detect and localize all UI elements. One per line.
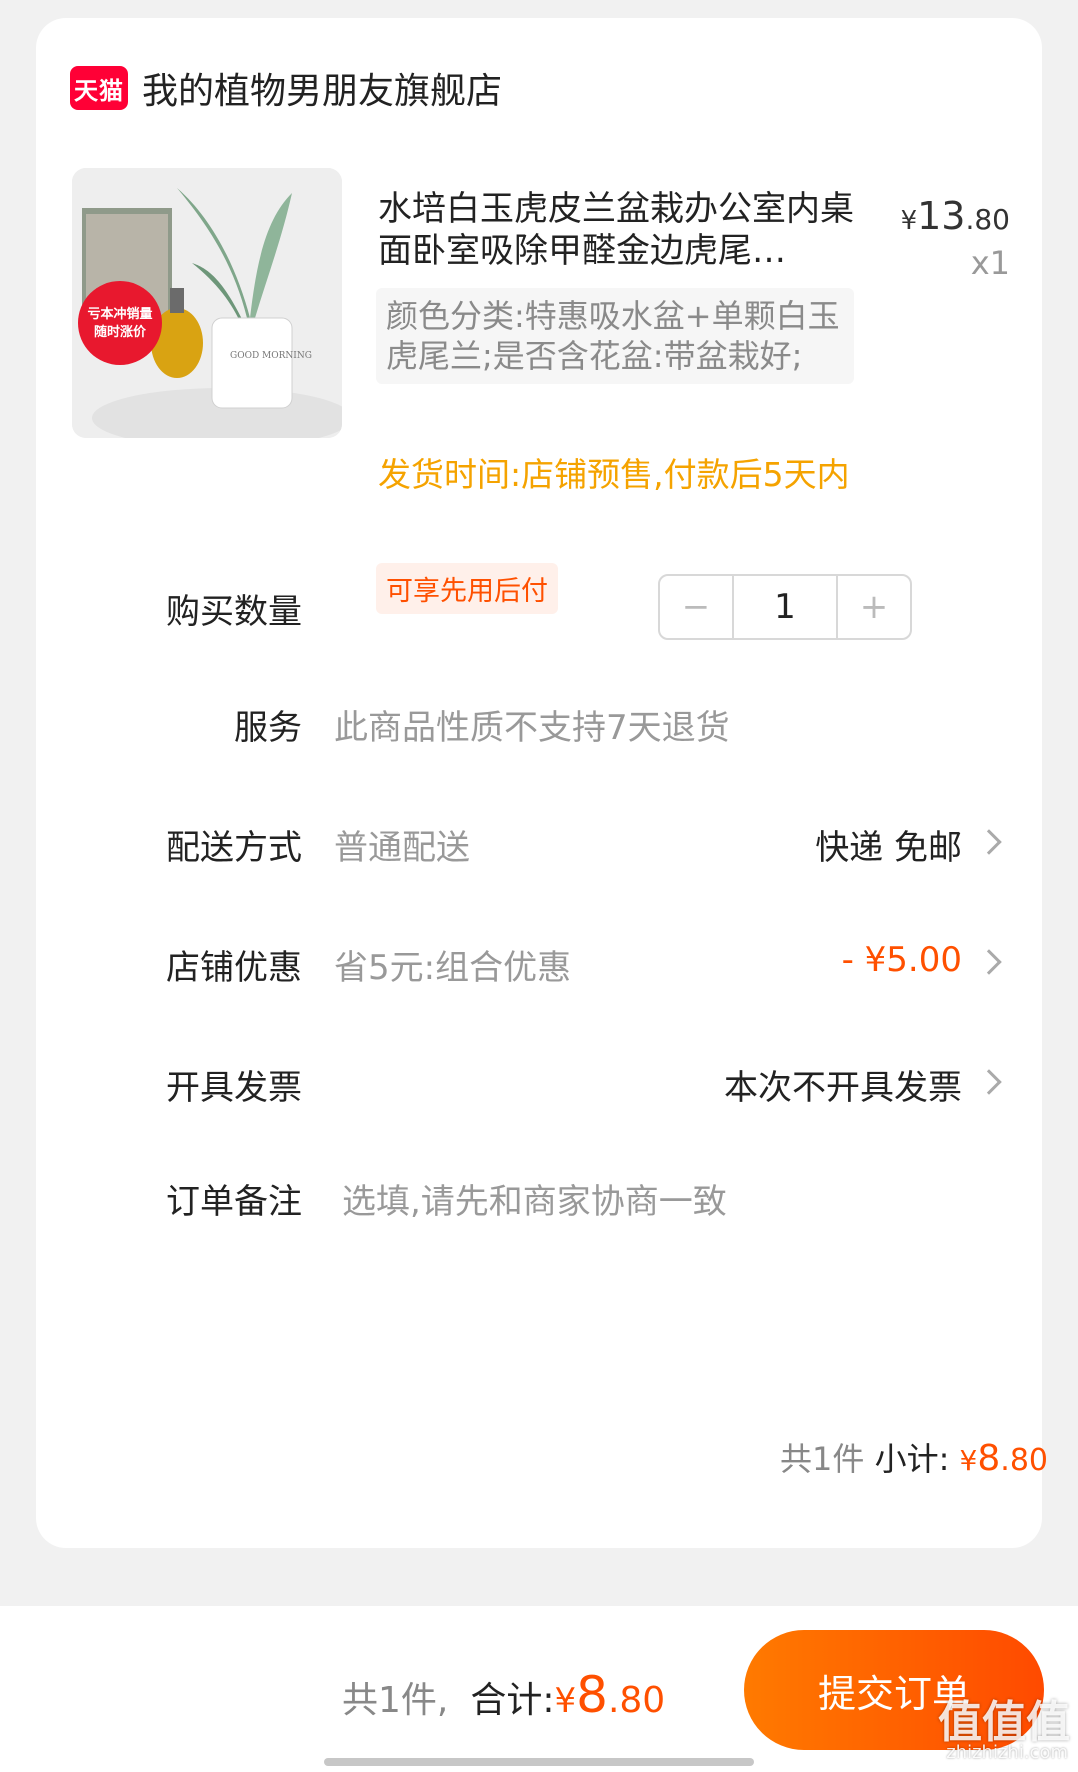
- shop-name[interactable]: 我的植物男朋友旗舰店: [142, 62, 502, 114]
- delivery-label: 配送方式: [166, 828, 302, 868]
- service-label: 服务: [234, 708, 302, 748]
- total-label: 合计:: [470, 1680, 555, 1721]
- sku-info[interactable]: 颜色分类:特惠吸水盆+单颗白玉虎尾兰;是否含花盆:带盆栽好;: [376, 288, 854, 384]
- subtotal-label: 小计:: [874, 1440, 950, 1478]
- watermark: 值值值: [938, 1697, 1070, 1748]
- subtotal-dec: .80: [1000, 1443, 1048, 1478]
- order-total: 共1件, 合计:¥8.80: [342, 1666, 665, 1724]
- product-photo: GOOD MORNING 亏本冲销量 随时涨价: [72, 168, 342, 438]
- subtotal: 共1件 小计: ¥8.80: [780, 1434, 1048, 1480]
- delivery-option[interactable]: 快递 免邮: [815, 820, 962, 869]
- invoice-label: 开具发票: [166, 1068, 302, 1108]
- pot-text: GOOD MORNING: [230, 351, 312, 361]
- sticker-text-1: 亏本冲销量: [87, 306, 152, 322]
- price-symbol: ¥: [900, 206, 918, 236]
- increment-button[interactable]: +: [838, 576, 910, 638]
- subtotal-int: 8: [977, 1438, 1001, 1479]
- discount-value: 省5元:组合优惠: [334, 948, 572, 988]
- product-title[interactable]: 水培白玉虎皮兰盆栽办公室内桌面卧室吸除甲醛金边虎尾…: [378, 188, 862, 272]
- chevron-right-icon[interactable]: [976, 1069, 1002, 1095]
- chevron-right-icon[interactable]: [976, 949, 1002, 975]
- delivery-value: 普通配送: [334, 828, 470, 868]
- total-count: 共1件,: [342, 1680, 449, 1721]
- pay-later-badge: 可享先用后付: [376, 563, 558, 614]
- sticker-text-2: 随时涨价: [94, 324, 147, 340]
- discount-label: 店铺优惠: [166, 948, 302, 988]
- home-indicator[interactable]: [324, 1758, 754, 1766]
- invoice-option[interactable]: 本次不开具发票: [724, 1060, 962, 1109]
- subtotal-amount: ¥8.80: [959, 1438, 1048, 1479]
- price-int: 13: [917, 194, 966, 238]
- subtotal-symbol: ¥: [959, 1444, 978, 1477]
- price-dec: .80: [965, 203, 1010, 236]
- watermark-url: zhizhizhi.com: [946, 1742, 1068, 1763]
- quantity-value[interactable]: 1: [732, 576, 838, 638]
- quantity-label: 购买数量: [166, 592, 302, 632]
- note-label: 订单备注: [166, 1182, 302, 1222]
- ship-time: 发货时间:店铺预售,付款后5天内: [378, 455, 850, 494]
- shop-header[interactable]: 天猫 我的植物男朋友旗舰店: [70, 62, 502, 114]
- discount-amount[interactable]: - ¥5.00: [842, 940, 962, 980]
- subtotal-count: 共1件: [780, 1440, 865, 1478]
- total-int: 8: [576, 1666, 608, 1724]
- unit-price: ¥13.80: [901, 194, 1010, 238]
- note-input[interactable]: 选填,请先和商家协商一致: [342, 1174, 727, 1223]
- quantity-mark: x1: [970, 244, 1010, 282]
- service-value: 此商品性质不支持7天退货: [334, 708, 730, 748]
- quantity-stepper[interactable]: − 1 +: [658, 574, 912, 640]
- total-symbol: ¥: [554, 1681, 577, 1721]
- total-dec: .80: [607, 1680, 666, 1721]
- order-card: 天猫 我的植物男朋友旗舰店 GOOD MORNING 亏本冲销量 随时涨价 水培…: [36, 18, 1042, 1548]
- chevron-right-icon[interactable]: [976, 829, 1002, 855]
- decrement-button[interactable]: −: [660, 576, 732, 638]
- product-image[interactable]: GOOD MORNING 亏本冲销量 随时涨价: [72, 168, 342, 438]
- total-amount: ¥8.80: [554, 1666, 666, 1724]
- tmall-logo-icon: 天猫: [70, 66, 128, 110]
